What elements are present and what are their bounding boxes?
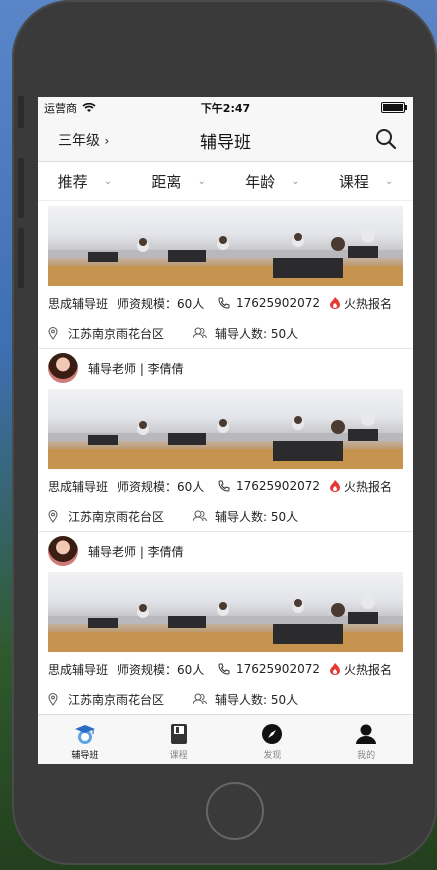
card-info-row: 思成辅导班 师资规模：60人 17625902072 火热报名 — [38, 288, 413, 318]
class-name: 思成辅导班 — [48, 479, 109, 494]
filter-label: 年龄 — [245, 172, 276, 191]
filter-distance[interactable]: 距离 ⌄ — [132, 162, 226, 200]
card-info-row: 思成辅导班 师资规模：60人 17625902072 火热报名 — [38, 654, 413, 684]
status-bar: 运营商 下午2:47 — [38, 97, 413, 117]
class-card[interactable]: 思成辅导班 师资规模：60人 17625902072 火热报名 江苏南京雨花台区 — [38, 206, 413, 348]
book-icon — [170, 724, 187, 744]
count-label: 辅导人数: 50人 — [215, 509, 299, 524]
phone-contact[interactable]: 17625902072 — [218, 296, 330, 310]
hot-badge: 火热报名 — [330, 661, 392, 678]
person-icon — [356, 724, 377, 744]
address-label: 江苏南京雨花台区 — [68, 326, 165, 341]
avatar — [48, 536, 78, 566]
chevron-down-icon: ⌄ — [103, 175, 113, 187]
student-count: 辅导人数: 50人 — [193, 691, 298, 708]
people-icon — [193, 693, 207, 705]
flame-icon — [330, 297, 340, 309]
home-button[interactable] — [206, 782, 264, 840]
avatar — [48, 353, 78, 383]
classroom-photo — [48, 572, 403, 652]
address: 江苏南京雨花台区 — [48, 325, 193, 342]
phone-number: 17625902072 — [236, 296, 320, 310]
classroom-photo — [48, 206, 403, 286]
hot-badge: 火热报名 — [330, 295, 392, 312]
tab-profile[interactable]: 我的 — [319, 715, 413, 764]
teacher-row[interactable]: 辅导老师 | 李倩倩 — [38, 349, 413, 387]
teacher-row[interactable]: 辅导老师 | 李倩倩 — [38, 532, 413, 570]
filter-recommend[interactable]: 推荐 ⌄ — [38, 162, 132, 200]
filter-label: 课程 — [338, 172, 369, 191]
student-count: 辅导人数: 50人 — [193, 508, 298, 525]
volume-down-button — [18, 228, 24, 288]
card-info-row: 江苏南京雨花台区 辅导人数: 50人 — [38, 684, 413, 714]
tab-tutoring[interactable]: 辅导班 — [38, 715, 132, 764]
tab-label: 辅导班 — [71, 751, 99, 761]
count-label: 辅导人数: 50人 — [215, 326, 299, 341]
phone-contact[interactable]: 17625902072 — [218, 479, 330, 493]
phone-number: 17625902072 — [236, 662, 320, 676]
class-card[interactable]: 辅导老师 | 李倩倩 思成辅导班 师资规模：60人 17625902072 火热… — [38, 532, 413, 714]
address-label: 江苏南京雨花台区 — [68, 509, 165, 524]
address-label: 江苏南京雨花台区 — [68, 692, 165, 707]
class-card[interactable]: 辅导老师 | 李倩倩 思成辅导班 师资规模：60人 17625902072 火热… — [38, 349, 413, 531]
phone-icon — [218, 480, 230, 492]
location-pin-icon — [48, 692, 58, 706]
class-list: 思成辅导班 师资规模：60人 17625902072 火热报名 江苏南京雨花台区 — [38, 200, 413, 715]
chevron-down-icon: ⌄ — [197, 175, 206, 187]
nav-bar: 三年级 › 辅导班 — [38, 117, 413, 162]
chevron-down-icon: ⌄ — [384, 175, 394, 187]
class-name: 思成辅导班 — [48, 662, 109, 677]
tab-label: 发现 — [263, 751, 282, 761]
address: 江苏南京雨花台区 — [48, 508, 193, 525]
app-screen: 运营商 下午2:47 三年级 › 辅导班 推荐 ⌄ 距离 ⌄ 年龄 ⌄ 课程 ⌄ — [38, 97, 413, 764]
teacher-scale: 师资规模：60人 — [117, 662, 205, 677]
teacher-scale: 师资规模：60人 — [117, 479, 205, 494]
teacher-scale: 师资规模：60人 — [117, 296, 205, 311]
tab-label: 我的 — [357, 751, 376, 761]
phone-number: 17625902072 — [236, 479, 320, 493]
filter-label: 推荐 — [57, 172, 88, 191]
flame-icon — [330, 480, 340, 492]
status-time: 下午2:47 — [200, 102, 251, 115]
card-info-row: 江苏南京雨花台区 辅导人数: 50人 — [38, 501, 413, 531]
filter-age[interactable]: 年龄 ⌄ — [226, 162, 320, 200]
card-info-row: 江苏南京雨花台区 辅导人数: 50人 — [38, 318, 413, 348]
student-count: 辅导人数: 50人 — [193, 325, 298, 342]
hot-label: 火热报名 — [344, 662, 393, 677]
classroom-photo — [48, 389, 403, 469]
location-pin-icon — [48, 326, 58, 340]
card-info-row: 思成辅导班 师资规模：60人 17625902072 火热报名 — [38, 471, 413, 501]
location-pin-icon — [48, 509, 58, 523]
hot-badge: 火热报名 — [330, 478, 392, 495]
count-label: 辅导人数: 50人 — [215, 692, 299, 707]
hot-label: 火热报名 — [344, 296, 393, 311]
filter-course[interactable]: 课程 ⌄ — [319, 162, 413, 200]
phone-icon — [218, 297, 230, 309]
phone-contact[interactable]: 17625902072 — [218, 662, 330, 676]
teacher-label: 辅导老师 | 李倩倩 — [88, 544, 184, 559]
mute-switch — [18, 96, 24, 128]
battery-icon — [381, 102, 407, 113]
page-title: 辅导班 — [200, 133, 251, 153]
search-icon[interactable] — [375, 128, 397, 150]
phone-icon — [218, 663, 230, 675]
class-name: 思成辅导班 — [48, 296, 109, 311]
flame-icon — [330, 663, 340, 675]
graduation-cap-icon — [74, 725, 95, 744]
tab-discover[interactable]: 发现 — [226, 715, 320, 764]
people-icon — [193, 510, 207, 522]
tab-courses[interactable]: 课程 — [132, 715, 226, 764]
compass-icon — [262, 724, 283, 744]
hot-label: 火热报名 — [344, 479, 393, 494]
teacher-label: 辅导老师 | 李倩倩 — [88, 361, 184, 376]
tab-label: 课程 — [169, 751, 188, 761]
people-icon — [193, 327, 207, 339]
tab-bar: 辅导班 课程 发现 我的 — [38, 714, 413, 764]
volume-up-button — [18, 158, 24, 218]
filter-label: 距离 — [151, 172, 182, 191]
filter-bar: 推荐 ⌄ 距离 ⌄ 年龄 ⌄ 课程 ⌄ — [38, 162, 413, 201]
address: 江苏南京雨花台区 — [48, 691, 193, 708]
chevron-down-icon: ⌄ — [291, 175, 300, 187]
